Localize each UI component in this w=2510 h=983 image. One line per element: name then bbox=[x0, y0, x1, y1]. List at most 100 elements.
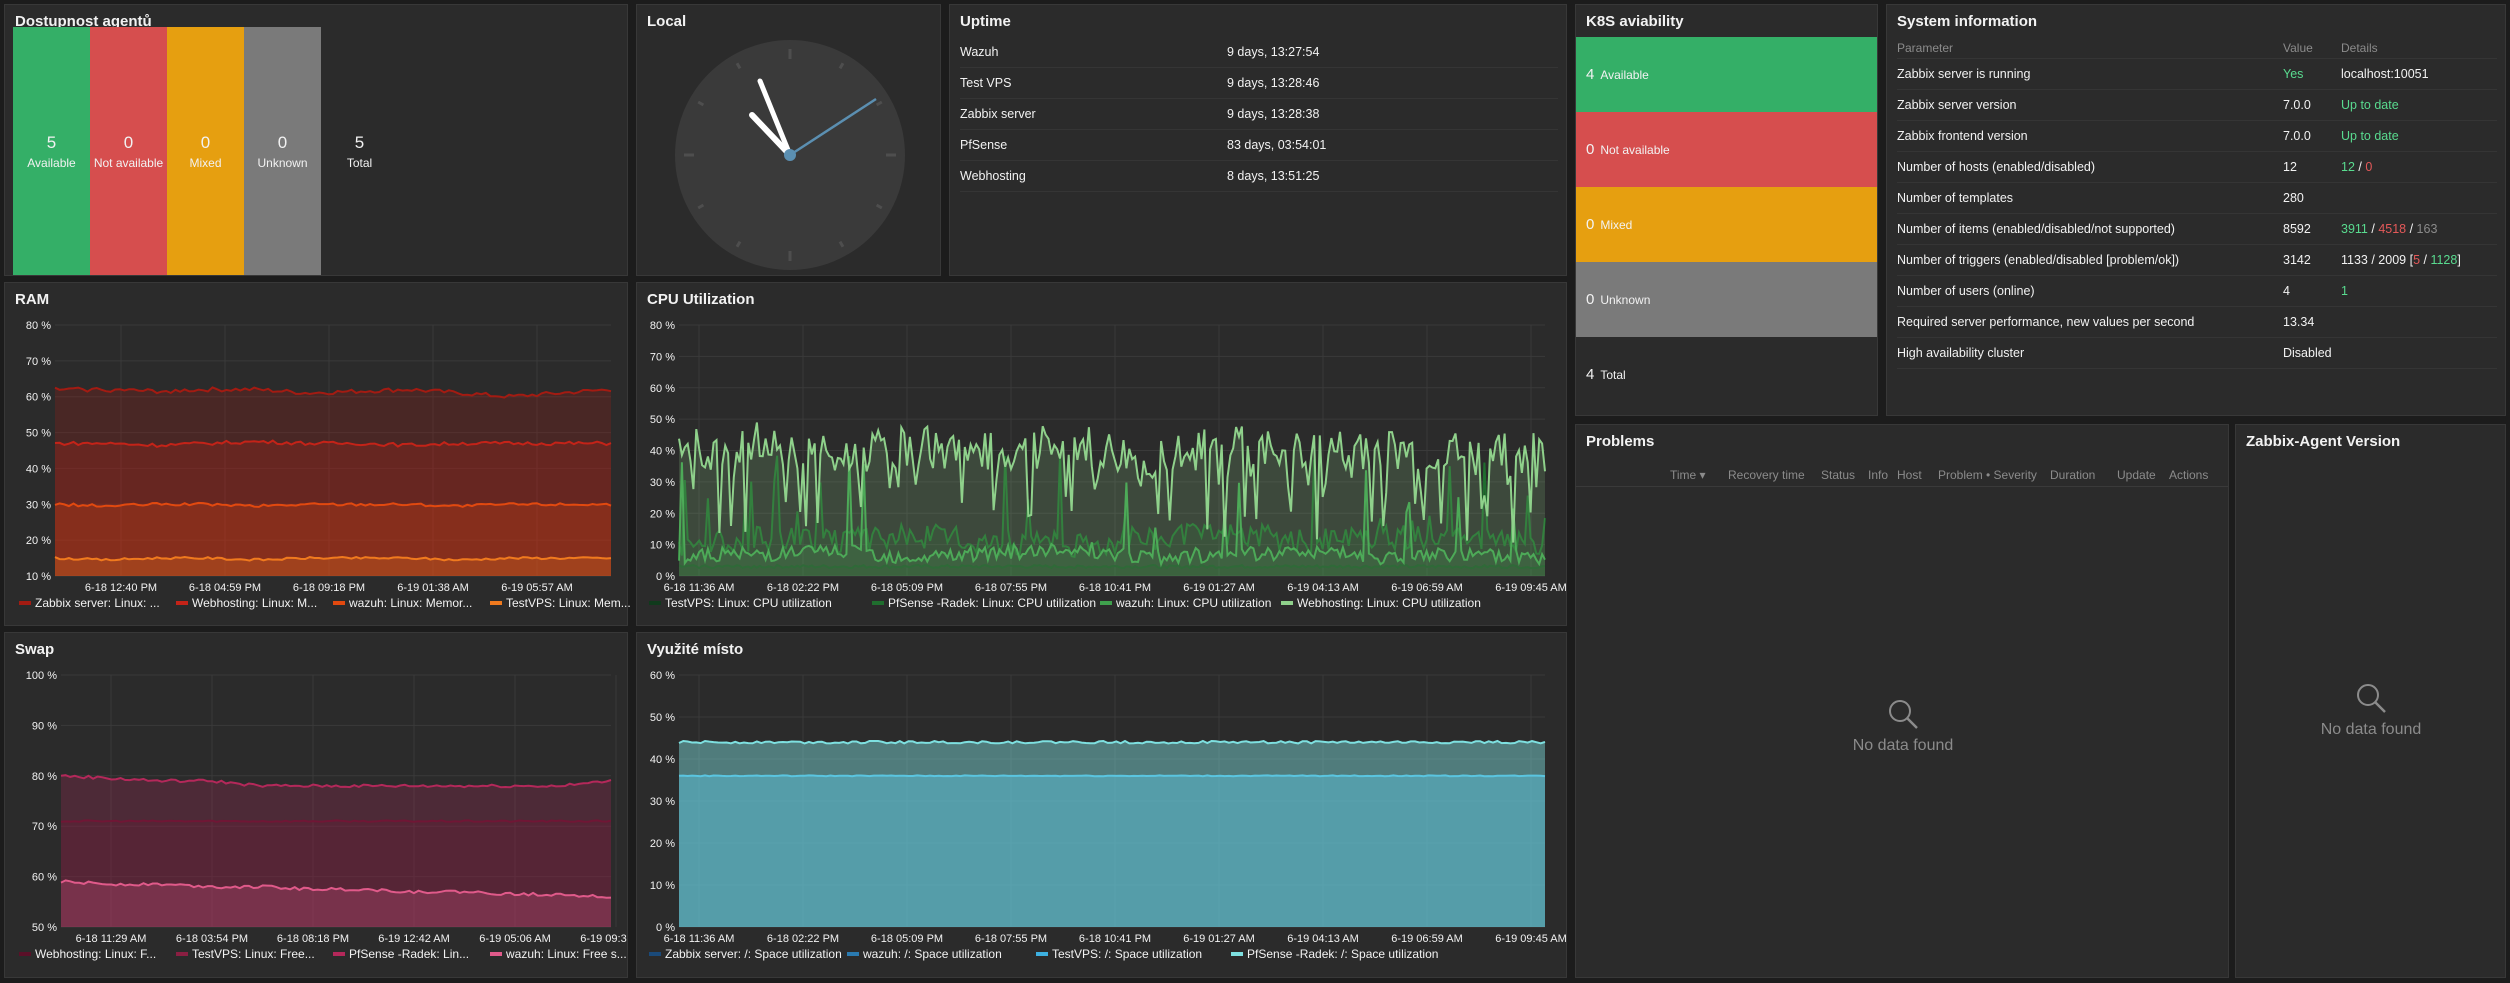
column-header[interactable]: Problem • Severity bbox=[1938, 468, 2037, 482]
legend-item[interactable]: wazuh: Linux: Memor... bbox=[333, 596, 472, 610]
parameter: Zabbix frontend version bbox=[1897, 129, 2028, 143]
host-name: Wazuh bbox=[960, 45, 999, 59]
y-tick-label: 10 % bbox=[650, 540, 675, 552]
legend-item[interactable]: wazuh: Linux: Free s... bbox=[490, 947, 627, 961]
table-row: Number of users (online) 4 1 bbox=[1897, 276, 2497, 307]
block-count: 5 bbox=[46, 132, 57, 152]
ram-chart: 80 % 70 % 60 % 50 % 40 % 30 % 20 % 10 % 6-18 12:… bbox=[26, 320, 612, 594]
value: Disabled bbox=[2283, 346, 2332, 360]
search-icon bbox=[2357, 684, 2386, 713]
x-tick-label: 6-18 11:36 AM bbox=[664, 582, 735, 594]
legend-item[interactable]: Webhosting: Linux: CPU utilization bbox=[1281, 596, 1481, 610]
y-tick-label: 80 % bbox=[32, 771, 57, 783]
disabled-count: 0 bbox=[2365, 160, 2373, 174]
legend-item[interactable]: TestVPS: Linux: CPU utilization bbox=[649, 596, 832, 610]
k8s-count: 0 bbox=[1586, 291, 1595, 308]
legend-item[interactable]: TestVPS: Linux: Mem... bbox=[490, 596, 631, 610]
legend-item[interactable]: TestVPS: /: Space utilization bbox=[1036, 947, 1202, 961]
block-count: 0 bbox=[200, 132, 211, 152]
legend-label: Zabbix server: Linux: ... bbox=[35, 596, 160, 610]
legend-item[interactable]: wazuh: Linux: CPU utilization bbox=[1100, 596, 1271, 610]
table-row: Number of items (enabled/disabled/not su… bbox=[1897, 214, 2497, 245]
x-tick-label: 6-19 04:13 AM bbox=[1287, 582, 1359, 594]
legend-label: TestVPS: Linux: Free... bbox=[192, 947, 315, 961]
legend-item[interactable]: Webhosting: Linux: M... bbox=[176, 596, 317, 610]
ram-graph-widget: RAM 80 % 70 % 60 % 50 % 40 % 30 % 20 % 10 % 6-18… bbox=[4, 282, 631, 626]
status-block-mixed[interactable]: 0 Mixed bbox=[167, 27, 244, 275]
uptime-widget: Uptime Wazuh 9 days, 13:27:54 Test VPS 9 da… bbox=[949, 4, 1567, 276]
host-name: Zabbix server bbox=[960, 107, 1036, 121]
x-tick-label: 6-19 05:06 AM bbox=[479, 933, 551, 945]
k8s-label: Total bbox=[1600, 367, 1626, 382]
legend-label: wazuh: Linux: Memor... bbox=[349, 596, 473, 610]
uptime-table: Wazuh 9 days, 13:27:54 Test VPS 9 days, 13:… bbox=[960, 37, 1558, 197]
column-header[interactable]: Info bbox=[1868, 468, 1888, 482]
column-header[interactable]: Host bbox=[1897, 468, 1922, 482]
enabled-count: 3911 bbox=[2341, 222, 2368, 236]
k8s-status-unknown[interactable]: 0 Unknown bbox=[1576, 262, 1877, 337]
k8s-status-available[interactable]: 4 Available bbox=[1576, 37, 1877, 112]
k8s-status-total[interactable]: 4 Total bbox=[1576, 337, 1877, 412]
legend-swatch bbox=[333, 601, 345, 605]
legend-item[interactable]: wazuh: /: Space utilization bbox=[847, 947, 1002, 961]
details: 1 bbox=[2341, 284, 2348, 298]
host-name: Webhosting bbox=[960, 169, 1026, 183]
uptime-row: Wazuh 9 days, 13:27:54 bbox=[960, 37, 1558, 68]
column-header[interactable]: Update bbox=[2117, 468, 2156, 482]
k8s-count: 4 bbox=[1586, 66, 1595, 83]
x-tick-label: 6-18 11:36 AM bbox=[664, 933, 735, 945]
legend-label: TestVPS: Linux: CPU utilization bbox=[665, 596, 832, 610]
legend-item[interactable]: PfSense -Radek: Linux: CPU utilization bbox=[872, 596, 1096, 610]
y-tick-label: 30 % bbox=[26, 499, 51, 511]
column-header[interactable]: Recovery time bbox=[1728, 468, 1805, 482]
parameter: Number of triggers (enabled/disabled [pr… bbox=[1897, 253, 2180, 267]
unsupported-count: 163 bbox=[2416, 222, 2438, 236]
y-tick-label: 80 % bbox=[650, 320, 675, 332]
legend-swatch bbox=[1100, 601, 1112, 605]
legend-item[interactable]: Zabbix server: /: Space utilization bbox=[649, 947, 842, 961]
column-header[interactable]: Duration bbox=[2050, 468, 2095, 482]
legend-item[interactable]: TestVPS: Linux: Free... bbox=[176, 947, 315, 961]
y-tick-label: 30 % bbox=[650, 477, 675, 489]
block-count: 5 bbox=[354, 132, 365, 152]
y-tick-label: 60 % bbox=[26, 392, 51, 404]
status-block-unknown[interactable]: 0 Unknown bbox=[244, 27, 321, 275]
column-header[interactable]: Status bbox=[1821, 468, 1855, 482]
legend-item[interactable]: Webhosting: Linux: F... bbox=[19, 947, 156, 961]
x-tick-label: 6-18 10:41 PM bbox=[1079, 933, 1151, 945]
empty-state: No data found bbox=[2271, 681, 2471, 739]
swap-graph-widget: Swap 100 % 90 % 80 % 70 % 60 % 50 % 6-18 11:29… bbox=[4, 632, 628, 978]
x-tick-label: 6-18 10:41 PM bbox=[1079, 582, 1151, 594]
legend-swatch bbox=[1281, 601, 1293, 605]
column-header[interactable]: Time ▾ bbox=[1670, 468, 1706, 482]
status-block-not-available[interactable]: 0 Not available bbox=[90, 27, 167, 275]
status-block-available[interactable]: 5 Available bbox=[13, 27, 90, 275]
x-tick-label: 6-19 01:38 AM bbox=[397, 582, 469, 594]
legend-item[interactable]: PfSense -Radek: Lin... bbox=[333, 947, 469, 961]
k8s-status-mixed[interactable]: 0 Mixed bbox=[1576, 187, 1877, 262]
y-tick-label: 50 % bbox=[650, 414, 675, 426]
block-label: Not available bbox=[93, 155, 164, 170]
uptime-row: Webhosting 8 days, 13:51:25 bbox=[960, 161, 1558, 192]
agent-version-widget: Zabbix-Agent Version No data found bbox=[2235, 424, 2506, 978]
enabled-count: 12 bbox=[2341, 160, 2355, 174]
details: Up to date bbox=[2341, 129, 2399, 143]
x-tick-label: 6-19 06:59 AM bbox=[1391, 582, 1463, 594]
k8s-status-not-available[interactable]: 0 Not available bbox=[1576, 112, 1877, 187]
bracket: ] bbox=[2457, 253, 2461, 267]
y-tick-label: 50 % bbox=[26, 428, 51, 440]
k8s-label: Mixed bbox=[1600, 217, 1633, 232]
legend-label: wazuh: Linux: Free s... bbox=[506, 947, 627, 961]
column-header[interactable]: Actions bbox=[2169, 468, 2208, 482]
agents-widget: Dostupnost agentů 5 Available 0 Not availab… bbox=[4, 4, 628, 276]
parameter: Required server performance, new values … bbox=[1897, 315, 2195, 329]
legend-item[interactable]: PfSense -Radek: /: Space utilization bbox=[1231, 947, 1438, 961]
legend-item[interactable]: Zabbix server: Linux: ... bbox=[19, 596, 160, 610]
table-row: Number of templates 280 bbox=[1897, 183, 2497, 214]
legend-swatch bbox=[649, 952, 661, 956]
details: 3911 / 4518 / 163 bbox=[2341, 222, 2437, 236]
status-block-total[interactable]: 5 Total bbox=[321, 27, 398, 275]
uptime-row: Zabbix server 9 days, 13:28:38 bbox=[960, 99, 1558, 130]
problems-widget: Problems Time ▾ Recovery time Status Info Ho… bbox=[1575, 424, 2229, 978]
table-row: High availability cluster Disabled bbox=[1897, 338, 2497, 369]
